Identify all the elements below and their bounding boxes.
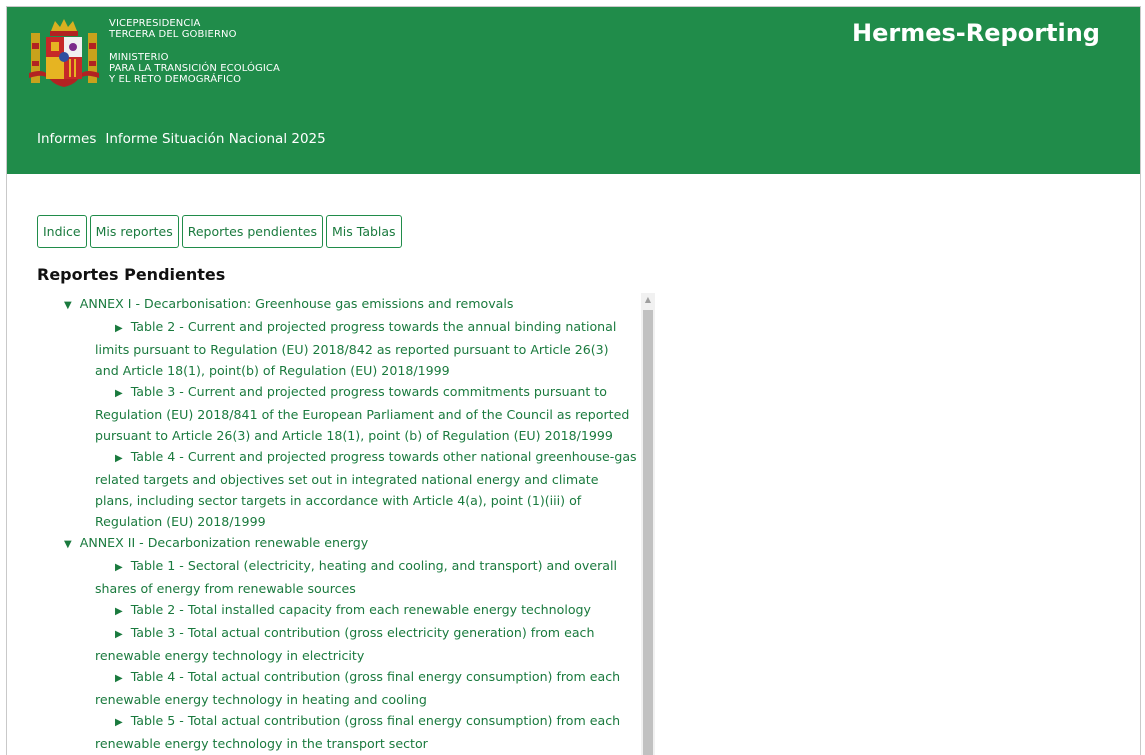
triangle-right-icon: ▶ — [115, 673, 123, 684]
table-item-line: ▶ Table 2 - Current and projected progres… — [115, 319, 617, 334]
table-item-line: ▶ Table 4 - Current and projected progres… — [115, 449, 637, 464]
app-frame: VICEPRESIDENCIA TERCERA DEL GOBIERNO MIN… — [6, 6, 1141, 755]
annex-label: ANNEX II - Decarbonization renewable ene… — [79, 535, 369, 550]
table-item[interactable]: ▶ Table 3 - Current and projected progres… — [37, 381, 639, 446]
triangle-right-icon: ▶ — [115, 562, 123, 573]
triangle-right-icon: ▶ — [115, 453, 123, 464]
breadcrumb: Informes Informe Situación Nacional 2025 — [37, 131, 326, 147]
ministry-line: TERCERA DEL GOBIERNO — [109, 29, 237, 40]
table-item-line: ▶ Table 4 - Total actual contribution (gr… — [115, 669, 621, 684]
triangle-right-icon: ▶ — [115, 388, 123, 399]
tab-mis-reportes[interactable]: Mis reportes — [89, 215, 179, 248]
table-item[interactable]: ▶ Table 5 - Total actual contribution (gr… — [37, 710, 639, 754]
app-title: Hermes-Reporting — [852, 19, 1100, 47]
table-item-line: related targets and objectives set out i… — [95, 472, 599, 487]
table-item-line: limits pursuant to Regulation (EU) 2018/… — [95, 342, 609, 357]
tab-indice[interactable]: Indice — [37, 215, 87, 248]
ministry-line: VICEPRESIDENCIA — [109, 18, 201, 29]
report-tree-content: ▼ ANNEX I - Decarbonisation: Greenhouse g… — [37, 293, 639, 754]
table-item[interactable]: ▶ Table 4 - Current and projected progres… — [37, 446, 639, 532]
table-item-line: renewable energy technology in electrici… — [95, 648, 365, 663]
table-item-line: ▶ Table 5 - Total actual contribution (gr… — [115, 713, 621, 728]
table-item-line: renewable energy technology in heating a… — [95, 692, 427, 707]
table-item-line: ▶ Table 3 - Current and projected progres… — [115, 384, 607, 399]
tab-mis-tablas[interactable]: Mis Tablas — [326, 215, 402, 248]
table-item[interactable]: ▶ Table 2 - Current and projected progres… — [37, 316, 639, 381]
tab-reportes-pendientes[interactable]: Reportes pendientes — [181, 215, 324, 248]
table-item-line: ▶ Table 2 - Total installed capacity from… — [115, 602, 591, 617]
triangle-right-icon: ▶ — [115, 323, 123, 334]
report-tree: ▼ ANNEX I - Decarbonisation: Greenhouse g… — [37, 293, 655, 755]
table-item[interactable]: ▶ Table 2 - Total installed capacity from… — [37, 599, 639, 622]
table-item-line: plans, including sector targets in accor… — [95, 493, 582, 508]
table-item-line: and Article 18(1), point(b) of Regulatio… — [95, 363, 450, 378]
table-item-line: ▶ Table 3 - Total actual contribution (gr… — [115, 625, 595, 640]
annex-node[interactable]: ▼ ANNEX I - Decarbonisation: Greenhouse g… — [37, 293, 639, 316]
breadcrumb-informe-situacion[interactable]: Informe Situación Nacional 2025 — [105, 131, 325, 147]
scroll-up-arrow-icon[interactable]: ▲ — [641, 293, 655, 307]
triangle-right-icon: ▶ — [115, 717, 123, 728]
tree-scrollbar[interactable]: ▲ — [641, 293, 655, 755]
ministry-name: VICEPRESIDENCIA TERCERA DEL GOBIERNO MIN… — [109, 18, 280, 85]
section-title: Reportes Pendientes — [37, 265, 226, 284]
table-item[interactable]: ▶ Table 3 - Total actual contribution (gr… — [37, 622, 639, 666]
coat-of-arms-logo — [29, 19, 99, 87]
breadcrumb-informes[interactable]: Informes — [37, 131, 96, 147]
table-item-line: Regulation (EU) 2018/1999 — [95, 514, 266, 529]
triangle-down-icon: ▼ — [64, 539, 72, 550]
table-item[interactable]: ▶ Table 1 - Sectoral (electricity, heatin… — [37, 555, 639, 599]
ministry-line: MINISTERIO — [109, 52, 169, 63]
table-item-line: ▶ Table 1 - Sectoral (electricity, heatin… — [115, 558, 617, 573]
ministry-line: Y EL RETO DEMOGRÁFICO — [109, 74, 242, 85]
table-item-line: renewable energy technology in the trans… — [95, 736, 428, 751]
table-item-line: Regulation (EU) 2018/841 of the European… — [95, 407, 630, 422]
triangle-down-icon: ▼ — [64, 300, 72, 311]
scroll-thumb[interactable] — [643, 310, 653, 755]
triangle-right-icon: ▶ — [115, 606, 123, 617]
annex-node[interactable]: ▼ ANNEX II - Decarbonization renewable en… — [37, 532, 639, 555]
table-item-line: pursuant to Article 26(3) and Article 18… — [95, 428, 613, 443]
nav-tabs: Indice Mis reportes Reportes pendientes … — [37, 215, 402, 248]
annex-label: ANNEX I - Decarbonisation: Greenhouse ga… — [79, 296, 514, 311]
table-item-line: shares of energy from renewable sources — [95, 581, 356, 596]
table-item[interactable]: ▶ Table 4 - Total actual contribution (gr… — [37, 666, 639, 710]
header: VICEPRESIDENCIA TERCERA DEL GOBIERNO MIN… — [7, 7, 1140, 174]
triangle-right-icon: ▶ — [115, 629, 123, 640]
ministry-line: PARA LA TRANSICIÓN ECOLÓGICA — [109, 63, 280, 74]
